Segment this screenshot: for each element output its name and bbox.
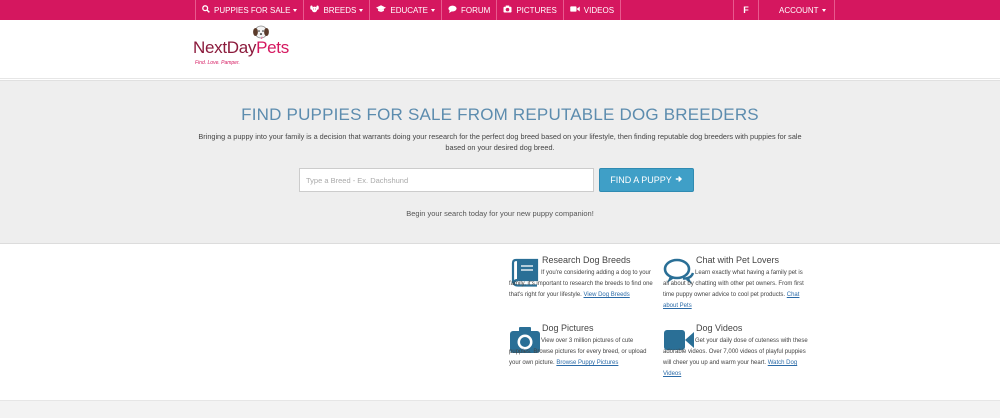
- site-header: [0, 20, 1000, 79]
- chat-icon: [448, 5, 457, 15]
- main-menu: Puppies for Sale Breeds Educate Forum: [195, 0, 622, 20]
- top-nav-bar: Puppies for Sale Breeds Educate Forum: [0, 0, 1000, 20]
- nav-label: Educate: [390, 5, 429, 15]
- nav-pictures[interactable]: Pictures: [497, 0, 564, 20]
- breed-search-input[interactable]: [299, 168, 594, 192]
- nav-breeds[interactable]: Breeds: [304, 0, 371, 20]
- dog-face-icon: [310, 5, 320, 15]
- nav-educate[interactable]: Educate: [370, 0, 443, 20]
- video-camera-icon: [570, 5, 580, 15]
- facebook-icon: f: [743, 5, 749, 15]
- nav-label: Pictures: [516, 5, 557, 15]
- facebook-link[interactable]: f: [733, 0, 759, 20]
- hero-section: Find Puppies for Sale from Reputable Dog…: [0, 80, 1000, 244]
- camera-icon: [503, 5, 512, 15]
- footer-strip: [0, 400, 1000, 418]
- nav-label: Forum: [461, 5, 491, 15]
- find-a-puppy-button[interactable]: Find a Puppy: [599, 168, 694, 192]
- feature-title: Research Dog Breeds: [542, 255, 631, 265]
- hero-tagline: Begin your search today for your new pup…: [406, 209, 594, 218]
- logo-tagline: Find. Love. Pamper.: [195, 60, 240, 66]
- button-label: Find a Puppy: [610, 175, 672, 185]
- site-logo[interactable]: NextDayPets Find. Love. Pamper.: [193, 24, 308, 72]
- feature-text: View over 3 million pictures of cute pup…: [509, 338, 647, 366]
- nav-label: Breeds: [323, 5, 357, 15]
- view-dog-breeds-link[interactable]: View Dog Breeds: [584, 292, 630, 298]
- nav-forum[interactable]: Forum: [442, 0, 498, 20]
- hero-description: Bringing a puppy into your family is a d…: [198, 132, 802, 152]
- account-menu: f Account: [733, 0, 835, 20]
- nav-label: Videos: [583, 5, 615, 15]
- browse-puppy-pictures-link[interactable]: Browse Puppy Pictures: [556, 360, 618, 366]
- nav-puppies-for-sale[interactable]: Puppies for Sale: [195, 0, 305, 20]
- caret-down-icon: [431, 8, 436, 12]
- logo-wordmark: NextDayPets: [193, 38, 289, 57]
- nav-label: Account: [779, 5, 819, 15]
- caret-down-icon: [293, 8, 298, 12]
- feature-title: Dog Pictures: [542, 323, 594, 333]
- arrow-right-icon: [675, 175, 683, 185]
- hero-title: Find Puppies for Sale from Reputable Dog…: [241, 105, 759, 124]
- search-icon: [202, 5, 210, 15]
- caret-down-icon: [821, 8, 826, 12]
- feature-text: Get your daily dose of cuteness with the…: [663, 338, 808, 377]
- caret-down-icon: [359, 8, 364, 12]
- nav-videos[interactable]: Videos: [564, 0, 622, 20]
- feature-text: Learn exactly what having a family pet i…: [663, 270, 804, 309]
- feature-text: If you're considering adding a dog to yo…: [509, 270, 653, 298]
- feature-title: Chat with Pet Lovers: [696, 255, 780, 265]
- graduation-cap-icon: [376, 5, 387, 15]
- nav-account[interactable]: Account: [759, 0, 835, 20]
- feature-title: Dog Videos: [696, 323, 743, 333]
- nav-label: Puppies for Sale: [214, 5, 291, 15]
